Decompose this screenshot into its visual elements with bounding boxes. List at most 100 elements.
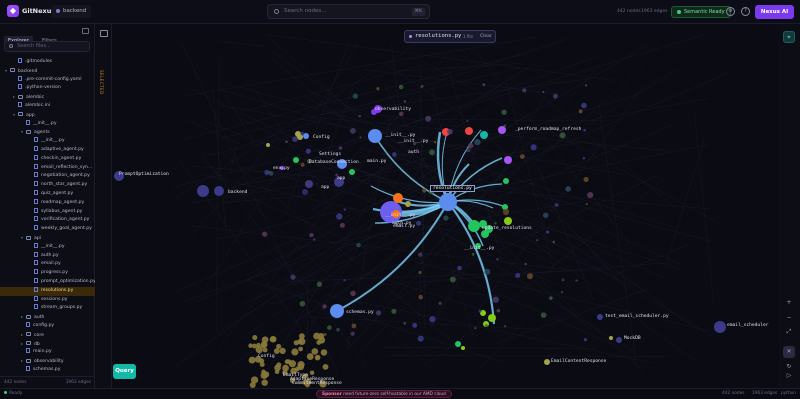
layout-icon[interactable]: ✕ [783, 346, 795, 358]
collapse-sidebar-icon[interactable] [82, 28, 89, 34]
tree-file[interactable]: sessions.py [0, 296, 95, 305]
tree-item-label: prompt_optimization.py [41, 279, 95, 284]
tree-file[interactable]: schemas.py [0, 366, 95, 375]
tree-folder[interactable]: ▾backend [0, 67, 95, 76]
graph-node [418, 295, 423, 300]
graph-node [468, 220, 480, 232]
node-search-input[interactable]: Search nodes... ⌘K [267, 4, 430, 19]
tree-file[interactable]: weekly_goal_agent.py [0, 225, 95, 234]
graph-node [586, 203, 588, 205]
tree-folder[interactable]: ▸db [0, 340, 95, 349]
graph-node-label: auth [408, 150, 419, 155]
graph-node [399, 112, 404, 117]
graph-node [298, 338, 305, 345]
selection-sub: 1 file [463, 31, 473, 42]
play-icon[interactable]: ▷ [783, 370, 795, 382]
graph-node [579, 109, 583, 113]
toggle-panel-icon[interactable] [100, 30, 108, 37]
graph-node [290, 274, 295, 279]
footer-nodes: 442 nodes [4, 380, 27, 385]
graph-canvas[interactable]: observabilityConfig__init__.py__init__.p… [113, 24, 779, 388]
tree-file[interactable]: north_star_agent.py [0, 181, 95, 190]
graph-edge [248, 38, 591, 329]
tree-folder[interactable]: ▾app [0, 111, 95, 120]
graph-node [289, 360, 296, 367]
file-icon [26, 348, 30, 353]
fit-icon[interactable]: ⤢ [783, 326, 795, 338]
file-icon [34, 181, 38, 186]
tree-folder[interactable]: ▸alembic [0, 93, 95, 102]
tree-file[interactable]: .python-version [0, 84, 95, 93]
folder-icon [26, 341, 31, 345]
tree-file[interactable]: progress.py [0, 269, 95, 278]
tree-file[interactable]: quiz_agent.py [0, 190, 95, 199]
graph-svg[interactable] [113, 24, 779, 388]
tree-file[interactable]: checkin_agent.py [0, 155, 95, 164]
tree-file[interactable]: .pre-commit-config.yaml [0, 76, 95, 85]
graph-node [298, 347, 303, 352]
tree-folder[interactable]: ▸core [0, 331, 95, 340]
tree-folder[interactable]: ▸auth [0, 313, 95, 322]
graph-edge [225, 195, 315, 202]
tree-file[interactable]: .gitmodules [0, 58, 95, 67]
tree-file[interactable]: main.py [0, 348, 95, 357]
file-icon [34, 216, 38, 221]
tree-file[interactable]: verification_agent.py [0, 216, 95, 225]
tree-folder[interactable]: ▾agents [0, 128, 95, 137]
query-button[interactable]: Query [113, 364, 136, 379]
tree-file[interactable]: config.py [0, 322, 95, 331]
graph-node-label: test_email_scheduler.py [605, 314, 669, 319]
graph-node [300, 132, 303, 135]
tree-file[interactable]: adaptive_agent.py [0, 146, 95, 155]
pin-icon[interactable]: ⌖ [783, 31, 795, 43]
graph-node [609, 336, 613, 340]
tree-folder[interactable]: ▸observability [0, 357, 95, 366]
tree-item-label: db [34, 342, 40, 347]
graph-node [261, 341, 268, 348]
graph-node [275, 369, 280, 374]
graph-node-label: CommitmentResponse [292, 381, 342, 386]
zoom-in-icon[interactable]: + [783, 297, 795, 309]
graph-node [553, 94, 558, 99]
graph-node [323, 364, 329, 370]
nexus-ai-button[interactable]: Nexus AI [755, 5, 794, 19]
tree-file[interactable]: auth.py [0, 252, 95, 261]
tree-file[interactable]: __init__.py [0, 137, 95, 146]
tree-item-label: __init__.py [33, 121, 57, 126]
tree-item-label: .python-version [25, 85, 61, 90]
tree-file[interactable]: resolutions.py [0, 287, 95, 296]
graph-node [472, 253, 475, 256]
tree-file[interactable]: negotiation_agent.py [0, 172, 95, 181]
tree-file[interactable]: __init__.py [0, 243, 95, 252]
graph-edge [328, 88, 353, 154]
graph-edge [181, 42, 338, 374]
sidebar-footer: 442 nodes 1963 edges [0, 376, 95, 388]
tree-file[interactable]: email_reflection_syn... [0, 164, 95, 173]
tree-file[interactable]: __init__.py [0, 120, 95, 129]
tree-file[interactable]: alembic.ini [0, 102, 95, 111]
zoom-out-icon[interactable]: − [783, 312, 795, 324]
tree-file[interactable]: prompt_optimization.py [0, 278, 95, 287]
graph-edge [456, 292, 500, 296]
clear-selection-button[interactable]: Clear [480, 31, 492, 42]
file-icon [18, 102, 22, 107]
tree-file[interactable]: roadmap_agent.py [0, 199, 95, 208]
tree-file[interactable]: email.py [0, 260, 95, 269]
repo-selector[interactable]: backend [51, 5, 91, 18]
graph-edge [183, 37, 539, 96]
semantic-ready-button[interactable]: Semantic Ready [671, 6, 731, 18]
tree-file[interactable]: syllabus_agent.py [0, 208, 95, 217]
sponsor-banner[interactable]: Sponsor need future-zero self-hostable i… [316, 390, 452, 398]
file-search-input[interactable]: Search files... [4, 41, 90, 52]
settings-gear-icon[interactable]: ⚙ [726, 7, 735, 16]
graph-node [376, 87, 379, 90]
graph-node [340, 223, 345, 228]
graph-node [504, 325, 506, 327]
graph-edge [433, 119, 610, 120]
graph-node [252, 335, 257, 340]
file-icon [34, 199, 38, 204]
tree-file[interactable]: stream_groups.py [0, 304, 95, 313]
help-icon[interactable]: ? [741, 7, 750, 16]
graph-node [536, 239, 538, 241]
tree-folder[interactable]: ▾api [0, 234, 95, 243]
